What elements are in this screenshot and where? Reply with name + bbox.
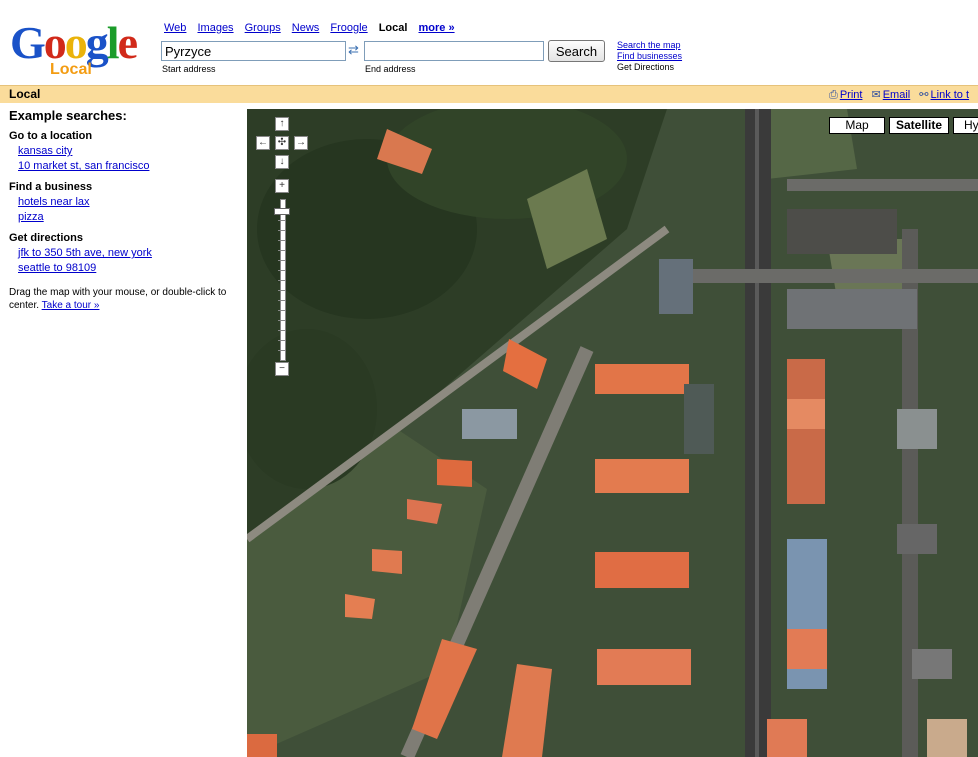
zoom-out-button[interactable]: −	[275, 362, 289, 376]
start-address-label: Start address	[162, 64, 216, 74]
example-searches-heading: Example searches:	[9, 108, 127, 123]
example-group-business: Find a business hotels near lax pizza	[9, 180, 244, 225]
chain-link-icon[interactable]: ⚯	[919, 89, 928, 101]
tab-more[interactable]: more »	[419, 22, 455, 34]
tab-groups[interactable]: Groups	[245, 22, 281, 34]
map-type-hybrid-button[interactable]: Hy	[953, 117, 978, 134]
example-group-location: Go to a location kansas city 10 market s…	[9, 129, 244, 174]
take-tour-link[interactable]: Take a tour »	[42, 300, 100, 311]
zoom-slider-handle[interactable]	[274, 208, 290, 215]
section-title: Local	[9, 87, 41, 101]
pan-right-button[interactable]: →	[294, 136, 308, 150]
share-links: ⎙ Print ✉ Email ⚯ Link to t	[829, 88, 975, 102]
google-local-logo[interactable]: Google Local	[10, 17, 152, 78]
map-type-satellite-button[interactable]: Satellite	[889, 117, 949, 134]
example-link[interactable]: 10 market st, san francisco	[18, 159, 244, 174]
svg-text:Local: Local	[50, 61, 92, 78]
example-link[interactable]: pizza	[18, 210, 244, 225]
tab-web[interactable]: Web	[164, 22, 186, 34]
zoom-slider-track[interactable]	[274, 199, 290, 361]
search-the-map-link[interactable]: Search the map	[617, 40, 681, 50]
print-link[interactable]: Print	[840, 89, 863, 101]
get-directions-label: Get Directions	[617, 62, 675, 72]
group-title: Get directions	[9, 232, 83, 244]
satellite-imagery	[247, 109, 978, 757]
pan-left-button[interactable]: ←	[256, 136, 270, 150]
section-bar: Local ⎙ Print ✉ Email ⚯ Link to t	[0, 85, 978, 103]
find-businesses-link[interactable]: Find businesses	[617, 51, 682, 61]
sidebar: Example searches: Go to a location kansa…	[9, 108, 244, 312]
tab-images[interactable]: Images	[197, 22, 233, 34]
group-title: Go to a location	[9, 130, 93, 142]
example-link[interactable]: seattle to 98109	[18, 261, 244, 276]
google-logo-graphic: Google Local	[10, 17, 140, 78]
start-address-input[interactable]	[161, 41, 346, 61]
tab-news[interactable]: News	[292, 22, 320, 34]
search-button[interactable]: Search	[548, 40, 605, 62]
example-link[interactable]: kansas city	[18, 144, 244, 159]
pan-center-button[interactable]: ✣	[275, 136, 289, 150]
search-tabs: Web Images Groups News Froogle Local mor…	[164, 22, 463, 34]
zoom-in-button[interactable]: +	[275, 179, 289, 193]
tab-local-current: Local	[378, 22, 408, 34]
example-link[interactable]: jfk to 350 5th ave, new york	[18, 246, 244, 261]
envelope-icon[interactable]: ✉	[872, 89, 881, 101]
map-type-map-button[interactable]: Map	[829, 117, 885, 134]
swap-arrows-icon[interactable]: ⇄	[348, 42, 359, 58]
map-help-text: Drag the map with your mouse, or double-…	[9, 286, 244, 312]
group-title: Find a business	[9, 181, 93, 193]
pan-up-button[interactable]: ↑	[275, 117, 289, 131]
end-address-label: End address	[365, 64, 416, 74]
printer-icon[interactable]: ⎙	[829, 89, 838, 101]
example-link[interactable]: hotels near lax	[18, 195, 244, 210]
search-mode-links: Search the map Find businesses Get Direc…	[617, 40, 682, 73]
email-link[interactable]: Email	[883, 89, 911, 101]
example-group-directions: Get directions jfk to 350 5th ave, new y…	[9, 231, 244, 276]
pan-down-button[interactable]: ↓	[275, 155, 289, 169]
end-address-input[interactable]	[364, 41, 544, 61]
tab-froogle[interactable]: Froogle	[330, 22, 367, 34]
map-viewport[interactable]: ↑ ← ✣ → ↓ + − Map Satellite Hy	[247, 109, 978, 757]
link-to-page-link[interactable]: Link to t	[931, 89, 970, 101]
